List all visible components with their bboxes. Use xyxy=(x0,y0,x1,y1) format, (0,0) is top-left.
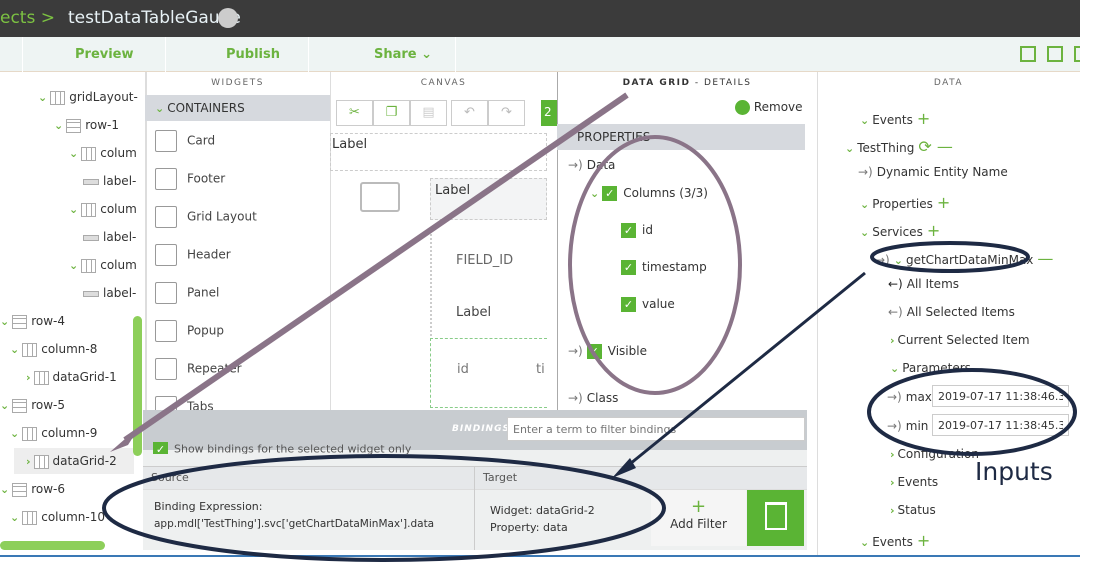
annotation-overlay xyxy=(102,92,1077,562)
annotation-arrow-navy xyxy=(624,271,866,470)
annotation-ellipse-columns xyxy=(568,135,742,395)
annotation-ellipse-binding xyxy=(102,454,666,562)
annotation-arrow-purple xyxy=(123,92,629,443)
annotation-ellipse-service xyxy=(870,241,1030,273)
annotation-ellipse-params xyxy=(867,368,1077,456)
annotation-inputs-label: Inputs xyxy=(975,457,1053,486)
